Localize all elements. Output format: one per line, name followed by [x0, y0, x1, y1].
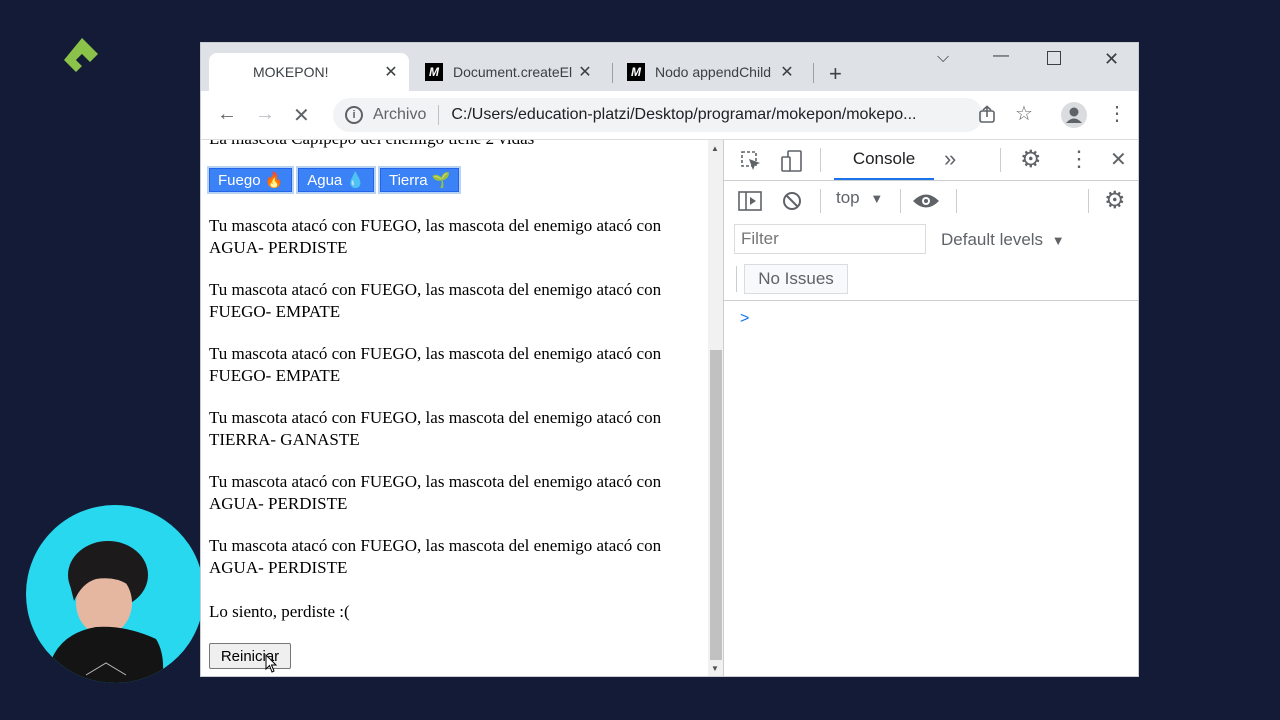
back-arrow-icon[interactable]: ← [217, 103, 237, 126]
devtools-separator [820, 189, 821, 213]
close-icon[interactable]: ✕ [777, 62, 797, 82]
tab-nodo-appendchild[interactable]: M Nodo appendChild ✕ [619, 53, 805, 91]
dropdown-arrow-icon: ▼ [870, 191, 884, 206]
settings-gear-icon[interactable]: ⚙ [1020, 145, 1042, 174]
clear-console-icon[interactable] [782, 191, 802, 211]
browser-toolbar: ← → ✕ i Archivo C:/Users/education-platz… [201, 91, 1138, 140]
combat-message: Tu mascota atacó con FUEGO, las mascota … [209, 408, 662, 449]
mdn-favicon-icon: M [627, 63, 645, 81]
dropdown-arrow-icon: ▼ [1051, 233, 1065, 248]
mdn-favicon-icon: M [425, 63, 443, 81]
console-settings-gear-icon[interactable]: ⚙ [1104, 186, 1126, 215]
scroll-thumb[interactable] [710, 350, 722, 660]
combat-message: Tu mascota atacó con FUEGO, las mascota … [209, 280, 662, 321]
devtools-menu-icon[interactable]: ⋮ [1068, 146, 1090, 172]
log-levels-dropdown[interactable]: Default levels ▼ [941, 230, 1065, 250]
devtools-separator [820, 148, 821, 172]
presenter-webcam [26, 505, 204, 683]
profile-avatar-icon[interactable] [1061, 102, 1087, 128]
tab-title: Nodo appendChild [655, 64, 771, 80]
live-expression-eye-icon[interactable] [912, 192, 940, 210]
page-scrollbar[interactable]: ▲ ▼ [708, 140, 723, 676]
filter-input[interactable] [734, 224, 926, 254]
tab-mokepon[interactable]: MOKEPON! ✕ [209, 53, 409, 91]
devtools-separator [900, 189, 901, 213]
button-label: Agua [307, 171, 343, 189]
tab-document-createelement[interactable]: M Document.createEl ✕ [417, 53, 603, 91]
combat-message: Tu mascota atacó con FUEGO, las mascota … [209, 472, 662, 513]
fire-attack-button[interactable]: Fuego 🔥 [206, 166, 295, 194]
info-icon[interactable]: i [345, 106, 363, 124]
close-devtools-icon[interactable]: ✕ [1110, 147, 1127, 172]
water-attack-button[interactable]: Agua 💧 [296, 166, 376, 194]
tab-title: Document.createEl [453, 64, 573, 80]
issues-button[interactable]: No Issues [744, 264, 848, 294]
context-selector[interactable]: top ▼ [836, 188, 883, 208]
address-bar[interactable]: i Archivo C:/Users/education-platzi/Desk… [333, 98, 983, 132]
scroll-up-icon[interactable]: ▲ [711, 144, 719, 153]
combat-message: Tu mascota atacó con FUEGO, las mascota … [209, 536, 662, 577]
devtools-separator [1088, 189, 1089, 213]
show-sidebar-icon[interactable] [738, 191, 762, 211]
devtools-separator [956, 189, 957, 213]
attack-buttons: Fuego 🔥 Agua 💧 Tierra 🌱 [206, 166, 462, 194]
scroll-down-icon[interactable]: ▼ [711, 664, 719, 673]
page-viewport: La mascota Capipepo del enemigo tiene 2 … [201, 140, 708, 676]
enemy-lives-text: La mascota Capipepo del enemigo tiene 2 … [209, 140, 708, 150]
context-label: top [836, 188, 860, 207]
share-icon[interactable] [977, 105, 997, 125]
address-url: C:/Users/education-platzi/Desktop/progra… [451, 106, 917, 123]
device-toolbar-icon[interactable] [780, 149, 804, 173]
bookmark-star-icon[interactable]: ☆ [1015, 101, 1033, 126]
devtools-separator [736, 266, 737, 292]
button-label: Tierra [388, 171, 428, 189]
platzi-logo-icon [64, 38, 98, 72]
new-tab-button[interactable]: + [829, 61, 842, 87]
tab-separator [813, 63, 814, 83]
tab-title: MOKEPON! [253, 64, 329, 80]
more-tabs-icon[interactable]: » [944, 146, 956, 172]
devtools-tabbar: Console » ⚙ ⋮ ✕ [724, 140, 1138, 181]
close-window-icon[interactable]: ✕ [1104, 49, 1119, 70]
devtools-separator [1000, 148, 1001, 172]
browser-window: MOKEPON! ✕ M Document.createEl ✕ M Nodo … [200, 42, 1139, 677]
close-icon[interactable]: ✕ [575, 62, 595, 82]
earth-attack-button[interactable]: Tierra 🌱 [377, 166, 462, 194]
water-drop-icon: 💧 [346, 172, 365, 189]
console-filter-row: Default levels ▼ [724, 222, 1138, 260]
inspect-element-icon[interactable] [740, 150, 762, 172]
tab-separator [612, 63, 613, 83]
chrome-menu-icon[interactable]: ⋮ [1107, 101, 1127, 126]
combat-message: Tu mascota atacó con FUEGO, las mascota … [209, 216, 662, 257]
forward-arrow-icon[interactable]: → [255, 103, 275, 126]
devtools-panel: Console » ⚙ ⋮ ✕ top ▼ ⚙ Filter Default l… [723, 140, 1138, 676]
combat-message: Tu mascota atacó con FUEGO, las mascota … [209, 344, 662, 385]
maximize-icon[interactable] [1047, 51, 1061, 65]
tab-search-icon[interactable]: ⌵ [937, 49, 949, 67]
fire-icon: 🔥 [264, 172, 284, 189]
levels-label: Default levels [941, 230, 1044, 249]
tab-strip: MOKEPON! ✕ M Document.createEl ✕ M Nodo … [201, 43, 1138, 91]
seedling-icon: 🌱 [431, 172, 451, 189]
mouse-cursor-icon [265, 654, 278, 673]
presenter-figure [46, 541, 164, 683]
button-label: Fuego [218, 171, 261, 189]
issues-row: No Issues [724, 260, 1138, 301]
minimize-icon[interactable]: — [993, 47, 1009, 65]
close-icon[interactable]: ✕ [381, 62, 401, 82]
tab-console[interactable]: Console [834, 140, 934, 180]
result-message: Lo siento, perdiste :( [209, 602, 350, 621]
console-prompt-icon[interactable]: > [740, 310, 749, 328]
console-toolbar: top ▼ ⚙ [724, 180, 1138, 222]
stop-loading-icon[interactable]: ✕ [293, 103, 310, 128]
address-divider [438, 105, 440, 125]
address-scheme: Archivo [373, 106, 427, 123]
combat-messages: Tu mascota atacó con FUEGO, las mascota … [209, 215, 701, 599]
